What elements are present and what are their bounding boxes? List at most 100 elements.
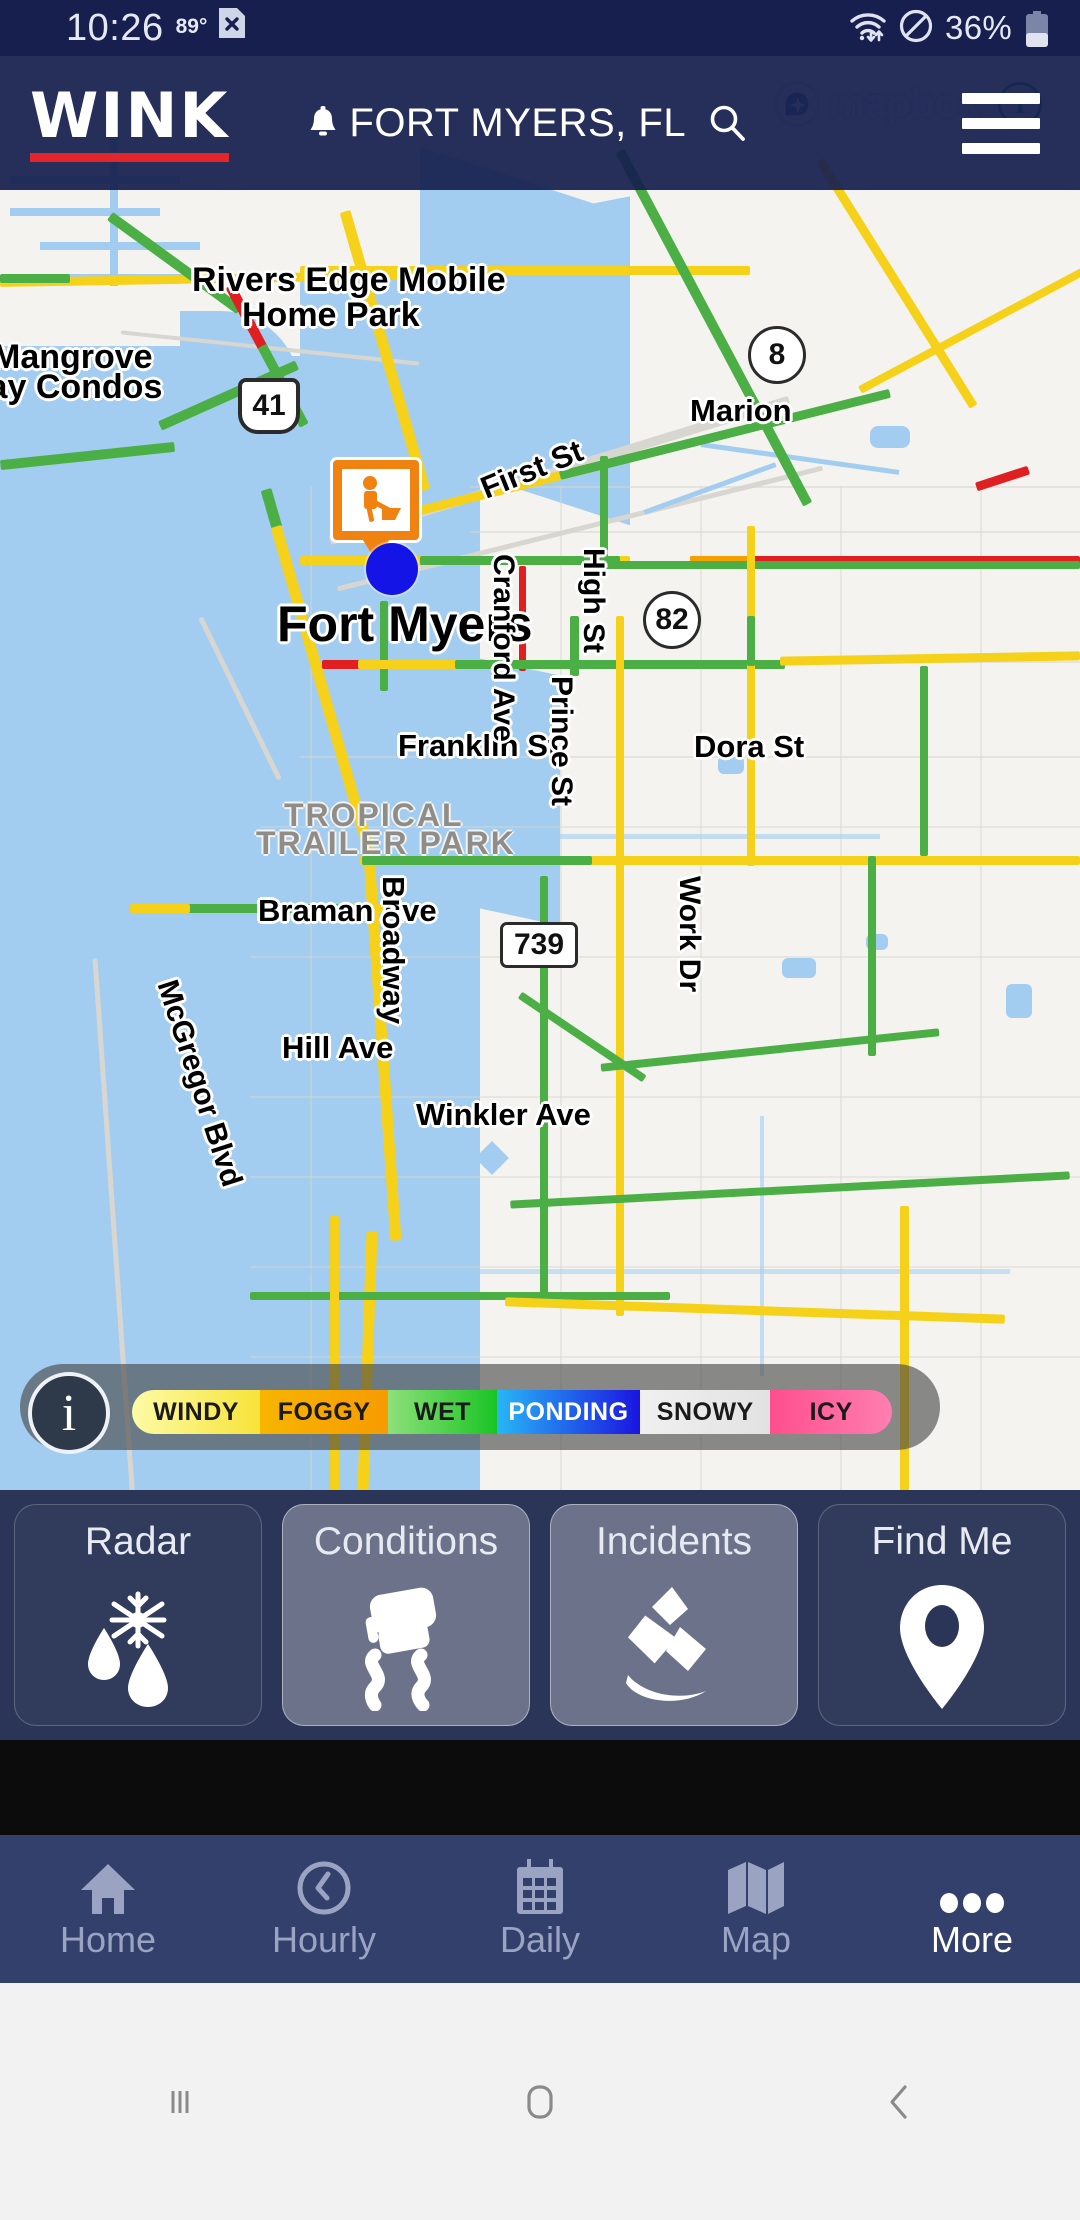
map-label: Hill Ave xyxy=(282,1030,394,1065)
tab-home[interactable]: Home xyxy=(0,1835,216,1983)
traffic-road xyxy=(868,856,876,1056)
map-canvas[interactable]: Rivers Edge MobileHome ParkMangroveBay C… xyxy=(0,56,1080,1490)
map-layer-button-label: Incidents xyxy=(595,1520,753,1563)
traffic-road xyxy=(616,616,624,1316)
map-street-label: Prince St xyxy=(545,676,578,807)
map-layer-button-label: Find Me xyxy=(871,1520,1013,1563)
map-canal xyxy=(160,436,290,444)
current-location-label: FORT MYERS, FL xyxy=(349,100,687,145)
map-layer-button-radar[interactable]: Radar xyxy=(14,1504,262,1726)
map-label: Dora St xyxy=(694,729,805,764)
recents-icon[interactable] xyxy=(0,2079,360,2125)
map-layer-button-label: Radar xyxy=(84,1520,192,1563)
map-canal xyxy=(10,208,160,216)
traffic-road xyxy=(600,561,1080,569)
map-layer-button-label: Conditions xyxy=(313,1520,499,1563)
phone-screen: Rivers Edge MobileHome ParkMangroveBay C… xyxy=(0,0,1080,2220)
map-icon xyxy=(726,1860,786,1916)
bell-icon[interactable] xyxy=(307,106,339,140)
wifi-icon xyxy=(849,10,887,47)
ad-placeholder-band xyxy=(0,1740,1080,1835)
tab-label: More xyxy=(930,1919,1014,1960)
map-layer-button-find-me[interactable]: Find Me xyxy=(818,1504,1066,1726)
system-status-bar: 10:26 89° 36% xyxy=(0,0,1080,56)
menu-bar xyxy=(962,92,1040,104)
map-area-label: TRAILER PARK xyxy=(256,825,516,861)
conditions-legend: i WINDY FOGGY WET PONDING SNOWY ICY xyxy=(0,1364,1080,1464)
map-canal xyxy=(480,834,880,839)
ellipsis-icon xyxy=(938,1860,1006,1916)
menu-bar xyxy=(962,117,1040,129)
legend-segment-foggy: FOGGY xyxy=(260,1390,389,1434)
car-crash-icon xyxy=(551,1570,797,1725)
legend-color-scale: WINDY FOGGY WET PONDING SNOWY ICY xyxy=(132,1390,892,1434)
tab-more[interactable]: More xyxy=(864,1835,1080,1983)
clock-icon xyxy=(296,1860,352,1916)
bottom-tab-bar: Home Hourly Daily Map More xyxy=(0,1835,1080,1983)
map-minor-road xyxy=(560,486,562,1490)
map-layer-button-incidents[interactable]: Incidents xyxy=(550,1504,798,1726)
back-chevron-icon[interactable] xyxy=(720,2077,1080,2127)
map-pond xyxy=(782,958,816,978)
app-header: WINK FORT MYERS, FL xyxy=(0,56,1080,190)
home-square-icon[interactable] xyxy=(360,2077,720,2127)
construction-marker-icon[interactable] xyxy=(333,460,419,561)
traffic-road xyxy=(250,1292,670,1300)
tab-hourly[interactable]: Hourly xyxy=(216,1835,432,1983)
slippery-road-icon xyxy=(283,1570,529,1725)
map-label: Franklin St xyxy=(398,728,559,763)
map-street-label: Broadway xyxy=(376,876,411,1025)
traffic-road xyxy=(130,904,190,913)
legend-segment-ponding: PONDING xyxy=(496,1390,641,1434)
wink-logo[interactable]: WINK xyxy=(30,84,230,162)
map-canal xyxy=(110,466,260,474)
traffic-road xyxy=(747,616,755,666)
rain-snow-icon xyxy=(15,1570,261,1725)
do-not-disturb-icon xyxy=(899,9,933,48)
map-label: Rivers Edge Mobile xyxy=(192,261,506,299)
highway-shield: 41 xyxy=(238,378,300,434)
map-label: Marion xyxy=(690,393,792,428)
map-pond xyxy=(870,426,910,448)
status-bar-left: 10:26 89° xyxy=(66,7,246,49)
legend-segment-wet: WET xyxy=(388,1390,497,1434)
wink-logo-underline xyxy=(30,152,230,162)
map-canal xyxy=(40,242,200,250)
tab-label: Hourly xyxy=(271,1919,377,1960)
map-pond xyxy=(440,962,462,976)
status-bar-clock: 10:26 xyxy=(66,7,164,49)
tab-daily[interactable]: Daily xyxy=(432,1835,648,1983)
map-canal xyxy=(760,1116,764,1376)
tab-label: Daily xyxy=(499,1919,580,1960)
map-pond xyxy=(420,1186,466,1204)
tab-map[interactable]: Map xyxy=(648,1835,864,1983)
menu-bar xyxy=(962,142,1040,154)
legend-segment-snowy: SNOWY xyxy=(640,1390,771,1434)
battery-percent-label: 36% xyxy=(945,9,1012,46)
map-street-label: Work Dr xyxy=(673,876,706,993)
legend-info-icon[interactable]: i xyxy=(28,1372,110,1454)
traffic-road xyxy=(920,666,928,856)
tab-label: Home xyxy=(59,1919,157,1960)
battery-icon xyxy=(1024,11,1050,47)
map-pin-icon xyxy=(819,1570,1065,1725)
map-minor-road xyxy=(250,1096,1080,1098)
legend-segment-windy: WINDY xyxy=(132,1390,261,1434)
map-minor-road xyxy=(980,486,982,1490)
current-location-dot-icon xyxy=(366,543,418,595)
traffic-road xyxy=(358,660,458,669)
map-minor-road xyxy=(840,486,842,1490)
sim-card-off-icon xyxy=(219,8,246,38)
map-street-label: Cranford Ave xyxy=(487,554,520,742)
map-layer-button-conditions[interactable]: Conditions xyxy=(282,1504,530,1726)
map-label: Bay Condos xyxy=(0,368,163,406)
hamburger-menu-icon[interactable] xyxy=(962,92,1040,154)
traffic-road xyxy=(322,660,360,669)
location-selector[interactable]: FORT MYERS, FL xyxy=(307,101,748,146)
search-icon[interactable] xyxy=(706,102,748,144)
map-layer-buttons: Radar Conditions Incidents Find Me xyxy=(0,1490,1080,1740)
traffic-road xyxy=(0,274,70,283)
calendar-icon xyxy=(513,1859,567,1916)
status-bar-right: 36% xyxy=(849,9,1050,48)
highway-shield: 82 xyxy=(643,591,701,649)
